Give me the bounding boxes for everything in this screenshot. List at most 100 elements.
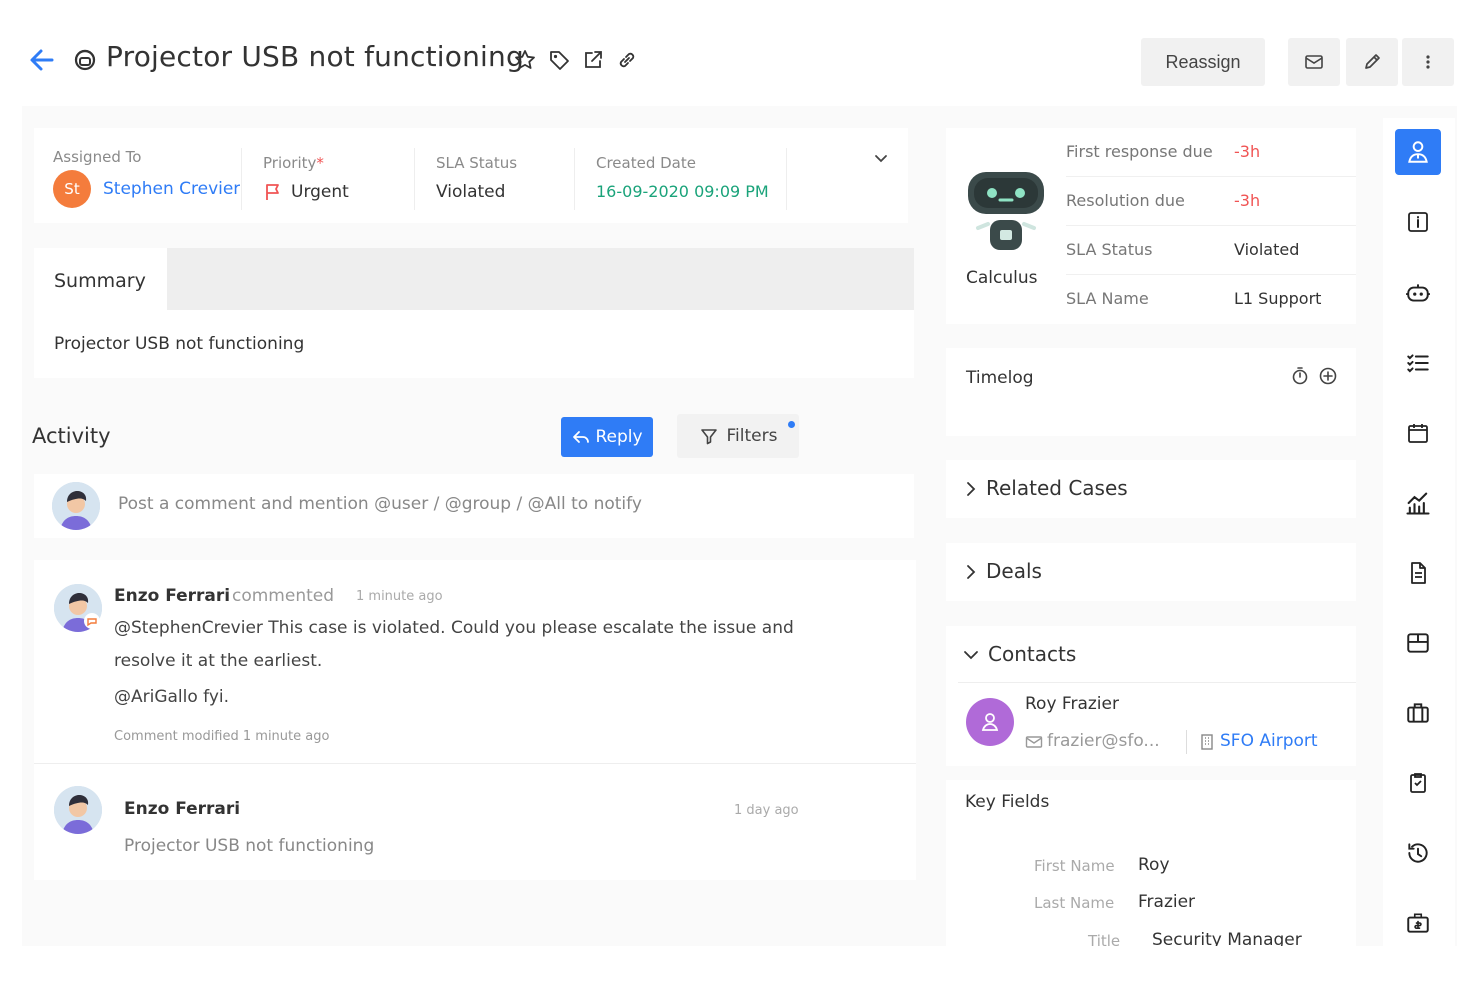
star-icon[interactable] [514,49,536,71]
key-field-label: Title [1088,932,1121,946]
support-ticket-icon [74,49,96,71]
contact-company[interactable]: SFO Airport [1220,731,1318,751]
reply-label: Reply [595,427,643,447]
rail-calendar-button[interactable] [1395,410,1441,456]
assigned-to-field[interactable]: Assigned To St Stephen Crevier [53,148,240,208]
author-avatar [54,786,102,834]
created-date-label: Created Date [596,154,696,172]
reassign-button[interactable]: Reassign [1141,38,1265,86]
related-cases-section[interactable]: Related Cases [946,460,1356,518]
mail-icon [1025,736,1043,748]
key-field-label: Last Name [1034,894,1115,912]
contacts-section: Contacts Roy Frazier frazier@sfo... SFO … [946,626,1356,766]
flag-icon [266,184,279,200]
comment-modified-note: Comment modified 1 minute ago [114,729,330,744]
comment-line-3: @AriGallo fyi. [114,687,230,707]
calendar-icon [1408,424,1428,443]
key-field-value: Security Manager [1152,930,1302,946]
filter-icon [700,429,717,445]
bot-name: Calculus [966,268,1038,288]
tab-summary[interactable]: Summary [34,248,167,310]
mail-icon [1305,55,1323,69]
reply-button[interactable]: Reply [561,417,653,457]
rail-info-button[interactable] [1395,199,1441,245]
contacts-title[interactable]: Contacts [988,642,1076,666]
rail-clipboard-button[interactable] [1395,760,1441,806]
summary-text: Projector USB not functioning [34,310,914,378]
sla-key: Resolution due [1066,191,1185,210]
priority-field[interactable]: Priority* Urgent [263,154,349,202]
sla-row: SLA Status Violated [1066,226,1356,275]
open-external-icon[interactable] [582,49,604,71]
sla-status-label: SLA Status [436,154,518,172]
sla-row: SLA Name L1 Support [1066,275,1356,324]
rail-box-button[interactable] [1395,620,1441,666]
sla-value: L1 Support [1234,289,1322,308]
pencil-icon [1365,54,1380,69]
comment-author[interactable]: Enzo Ferrari [114,586,230,606]
activity-feed: Enzo Ferrari commented 1 minute ago @Ste… [34,560,916,880]
edit-button[interactable] [1346,38,1398,86]
created-date-field: Created Date 16-09-2020 09:09 PM [596,154,769,201]
key-field-value: Roy [1138,855,1170,875]
person-icon [981,713,999,731]
filters-button[interactable]: Filters [677,414,799,458]
tag-icon[interactable] [548,49,570,71]
agent-icon [1408,141,1428,163]
sla-value: -3h [1234,142,1261,161]
comment-action: commented [232,586,335,606]
assignee-avatar: St [53,170,91,208]
key-field-value: Frazier [1138,892,1196,912]
filters-label: Filters [726,426,778,446]
right-icon-rail [1383,118,1455,946]
checklist-icon [1407,354,1429,373]
key-fields-section: Key Fields First Name Roy Last Name Fraz… [946,780,1356,946]
billing-icon [1407,913,1429,933]
rail-history-button[interactable] [1395,830,1441,876]
sla-row: Resolution due -3h [1066,177,1356,226]
rail-analytics-button[interactable] [1395,480,1441,526]
contact-name[interactable]: Roy Frazier [1025,694,1119,714]
rail-bot-button[interactable] [1395,270,1441,316]
ticket-description: Projector USB not functioning [124,836,375,856]
sla-key: SLA Name [1066,289,1149,308]
ticket-author[interactable]: Enzo Ferrari [124,799,240,819]
rail-agent-button[interactable] [1395,129,1441,175]
rail-checklist-button[interactable] [1395,340,1441,386]
key-field-label: First Name [1034,857,1115,875]
info-icon [1408,212,1428,232]
comment-badge-icon [84,613,100,629]
reply-icon [573,431,590,443]
back-arrow-icon[interactable] [28,46,56,74]
link-icon[interactable] [616,49,638,71]
add-circle-icon[interactable] [1318,366,1338,386]
required-mark: * [316,154,324,172]
timer-icon[interactable] [1290,366,1310,386]
rail-document-button[interactable] [1395,550,1441,596]
activity-heading: Activity [32,424,111,448]
assignee-name[interactable]: Stephen Crevier [103,179,240,199]
sla-status-value: Violated [436,182,506,202]
sla-status-field: SLA Status Violated [436,154,517,202]
related-cases-title: Related Cases [986,476,1128,500]
chevron-down-icon[interactable] [962,646,980,664]
priority-label: Priority [263,154,317,172]
ticket-time: 1 day ago [734,803,799,818]
sla-card: Calculus First response due -3h Resoluti… [946,128,1356,324]
chevron-down-icon[interactable] [872,150,890,168]
email-button[interactable] [1288,38,1340,86]
bot-icon [968,172,1044,250]
box-icon [1407,633,1429,653]
filter-active-indicator [788,421,795,428]
contact-email[interactable]: frazier@sfo... [1047,731,1160,751]
comment-input-placeholder[interactable]: Post a comment and mention @user / @grou… [118,494,642,514]
more-options-button[interactable] [1402,38,1454,86]
comment-box[interactable]: Post a comment and mention @user / @grou… [34,474,914,538]
top-bar: Projector USB not functioning Reassign [0,0,1480,110]
rail-briefcase-button[interactable] [1395,690,1441,736]
deals-section[interactable]: Deals [946,543,1356,601]
deals-title: Deals [986,559,1042,583]
rail-billing-button[interactable] [1395,900,1441,946]
clipboard-icon [1410,773,1426,793]
sla-key: First response due [1066,142,1213,161]
